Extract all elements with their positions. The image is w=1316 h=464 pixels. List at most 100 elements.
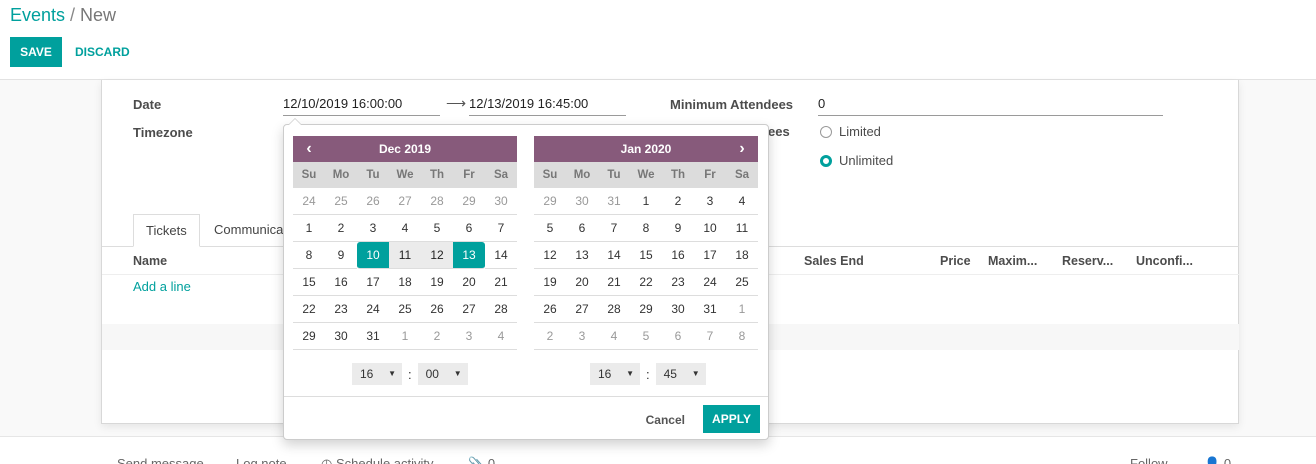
calendar-day[interactable]: 21 [485,269,517,296]
log-note-button[interactable]: Log note [236,456,287,464]
calendar-day[interactable]: 7 [694,323,726,350]
calendar-day[interactable]: 1 [389,323,421,350]
calendar-day[interactable]: 24 [293,188,325,215]
calendar-day[interactable]: 4 [485,323,517,350]
start-hour-select[interactable]: 16 [352,363,402,385]
column-unconfirmed[interactable]: Unconfi... [1136,254,1193,268]
calendar-day[interactable]: 5 [630,323,662,350]
schedule-activity-button[interactable]: ◷ Schedule activity [321,456,434,464]
column-price[interactable]: Price [940,254,971,268]
tab-communication[interactable]: Communica [202,214,292,247]
calendar-day[interactable]: 24 [357,296,389,323]
calendar-day[interactable]: 29 [293,323,325,350]
calendar-day[interactable]: 28 [421,188,453,215]
calendar-day[interactable]: 30 [566,188,598,215]
calendar-day[interactable]: 4 [389,215,421,242]
chevron-right-icon[interactable]: › [730,136,754,162]
send-message-button[interactable]: Send message [117,456,204,464]
calendar-day[interactable]: 10 [357,242,389,269]
radio-unlimited[interactable]: Unlimited [820,153,893,168]
calendar-day[interactable]: 29 [630,296,662,323]
calendar-day[interactable]: 14 [485,242,517,269]
calendar-day[interactable]: 8 [726,323,758,350]
calendar-day[interactable]: 2 [534,323,566,350]
radio-limited[interactable]: Limited [820,124,881,139]
calendar-day[interactable]: 6 [662,323,694,350]
tab-tickets[interactable]: Tickets [133,214,200,247]
calendar-day[interactable]: 3 [357,215,389,242]
column-name[interactable]: Name [133,254,167,268]
calendar-day[interactable]: 30 [662,296,694,323]
calendar-day[interactable]: 5 [534,215,566,242]
calendar-day[interactable]: 7 [485,215,517,242]
followers-button[interactable]: 👤 0 [1204,456,1231,464]
calendar-day[interactable]: 29 [534,188,566,215]
calendar-day[interactable]: 26 [357,188,389,215]
calendar-day[interactable]: 26 [421,296,453,323]
apply-button[interactable]: APPLY [703,405,760,433]
calendar-day[interactable]: 9 [325,242,357,269]
calendar-day[interactable]: 17 [694,242,726,269]
calendar-day[interactable]: 23 [325,296,357,323]
calendar-day[interactable]: 1 [293,215,325,242]
follow-button[interactable]: Follow [1130,456,1168,464]
calendar-day[interactable]: 25 [726,269,758,296]
calendar-day[interactable]: 10 [694,215,726,242]
calendar-day[interactable]: 17 [357,269,389,296]
calendar-day[interactable]: 3 [566,323,598,350]
min-attendees-field[interactable]: 0 [818,94,1163,116]
end-minute-select[interactable]: 45 [655,363,706,385]
calendar-day[interactable]: 22 [630,269,662,296]
column-maximum[interactable]: Maxim... [988,254,1037,268]
attachments-button[interactable]: 📎 0 [468,456,495,464]
calendar-day[interactable]: 12 [534,242,566,269]
calendar-day[interactable]: 20 [453,269,485,296]
calendar-day[interactable]: 27 [389,188,421,215]
calendar-day[interactable]: 1 [726,296,758,323]
calendar-day[interactable]: 30 [325,323,357,350]
calendar-day[interactable]: 6 [566,215,598,242]
calendar-day[interactable]: 27 [453,296,485,323]
calendar-day[interactable]: 2 [325,215,357,242]
calendar-day[interactable]: 2 [421,323,453,350]
calendar-day[interactable]: 2 [662,188,694,215]
end-hour-select[interactable]: 16 [590,363,640,385]
calendar-day[interactable]: 21 [598,269,630,296]
calendar-day[interactable]: 7 [598,215,630,242]
add-a-line-link[interactable]: Add a line [133,279,191,294]
calendar-day[interactable]: 23 [662,269,694,296]
date-start-field[interactable]: 12/10/2019 16:00:00 [283,94,440,116]
calendar-day[interactable]: 8 [293,242,325,269]
calendar-day[interactable]: 28 [598,296,630,323]
calendar-day[interactable]: 29 [453,188,485,215]
calendar-day[interactable]: 3 [453,323,485,350]
calendar-day[interactable]: 11 [726,215,758,242]
calendar-day[interactable]: 1 [630,188,662,215]
calendar-day[interactable]: 28 [485,296,517,323]
cancel-button[interactable]: Cancel [646,413,685,427]
calendar-day[interactable]: 31 [357,323,389,350]
calendar-day[interactable]: 19 [421,269,453,296]
calendar-day[interactable]: 27 [566,296,598,323]
calendar-day[interactable]: 12 [421,242,453,269]
start-minute-select[interactable]: 00 [417,363,468,385]
calendar-day[interactable]: 18 [389,269,421,296]
calendar-day[interactable]: 26 [534,296,566,323]
calendar-day[interactable]: 31 [598,188,630,215]
calendar-day[interactable]: 24 [694,269,726,296]
save-button[interactable]: SAVE [10,37,62,67]
column-reserved[interactable]: Reserv... [1062,254,1113,268]
calendar-day[interactable]: 8 [630,215,662,242]
calendar-day[interactable]: 16 [662,242,694,269]
discard-button[interactable]: DISCARD [68,37,137,67]
calendar-day[interactable]: 13 [453,242,485,269]
calendar-day[interactable]: 20 [566,269,598,296]
chevron-left-icon[interactable]: ‹ [297,136,321,162]
calendar-day[interactable]: 31 [694,296,726,323]
date-end-field[interactable]: 12/13/2019 16:45:00 [469,94,626,116]
calendar-day[interactable]: 18 [726,242,758,269]
calendar-day[interactable]: 5 [421,215,453,242]
breadcrumb-events-link[interactable]: Events [10,5,65,25]
calendar-day[interactable]: 25 [389,296,421,323]
calendar-day[interactable]: 4 [598,323,630,350]
